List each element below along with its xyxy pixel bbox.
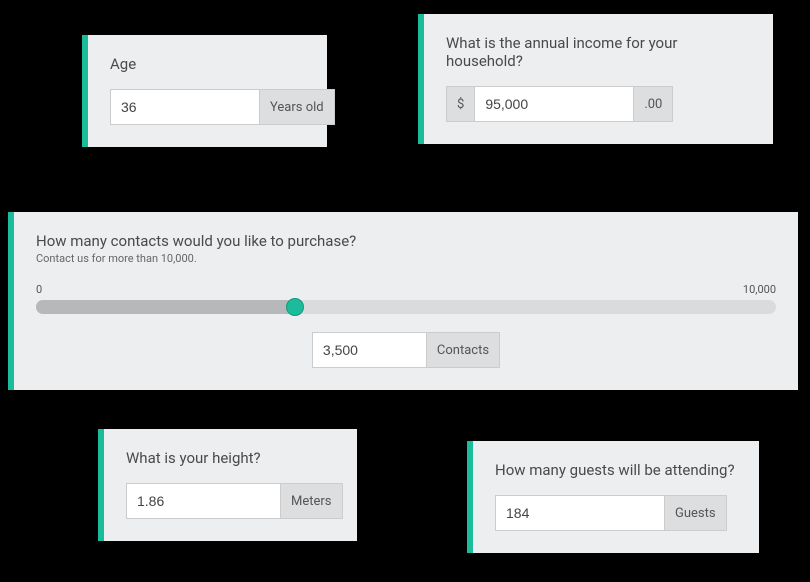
guests-input-group: Guests: [495, 495, 737, 531]
card-age: Age Years old: [82, 35, 327, 147]
contacts-input[interactable]: [312, 332, 427, 368]
guests-label: How many guests will be attending?: [495, 461, 737, 479]
age-label: Age: [110, 55, 305, 73]
income-decimal-addon: .00: [634, 86, 673, 122]
slider-max-label: 10,000: [743, 283, 776, 296]
height-unit-addon: Meters: [281, 483, 343, 519]
income-input[interactable]: [474, 86, 634, 122]
age-input-group: Years old: [110, 89, 305, 125]
contacts-sublabel: Contact us for more than 10,000.: [36, 252, 776, 265]
contacts-input-group: Contacts: [312, 332, 500, 368]
slider-fill: [36, 300, 295, 314]
contacts-unit-addon: Contacts: [427, 332, 500, 368]
height-input-group: Meters: [126, 483, 335, 519]
card-height: What is your height? Meters: [98, 429, 357, 541]
contacts-slider[interactable]: [36, 300, 776, 314]
income-currency-addon: $: [446, 86, 474, 122]
contacts-label: How many contacts would you like to purc…: [36, 232, 776, 250]
slider-range-labels: 0 10,000: [36, 283, 776, 296]
income-input-group: $ .00: [446, 86, 751, 122]
card-income: What is the annual income for your house…: [418, 14, 773, 144]
height-input[interactable]: [126, 483, 281, 519]
card-contacts: How many contacts would you like to purc…: [8, 212, 798, 390]
slider-thumb[interactable]: [286, 298, 304, 316]
guests-input[interactable]: [495, 495, 665, 531]
income-label: What is the annual income for your house…: [446, 34, 751, 70]
slider-min-label: 0: [36, 283, 42, 296]
card-guests: How many guests will be attending? Guest…: [467, 441, 759, 553]
age-input[interactable]: [110, 89, 260, 125]
height-label: What is your height?: [126, 449, 335, 467]
guests-unit-addon: Guests: [665, 495, 727, 531]
age-unit-addon: Years old: [260, 89, 335, 125]
